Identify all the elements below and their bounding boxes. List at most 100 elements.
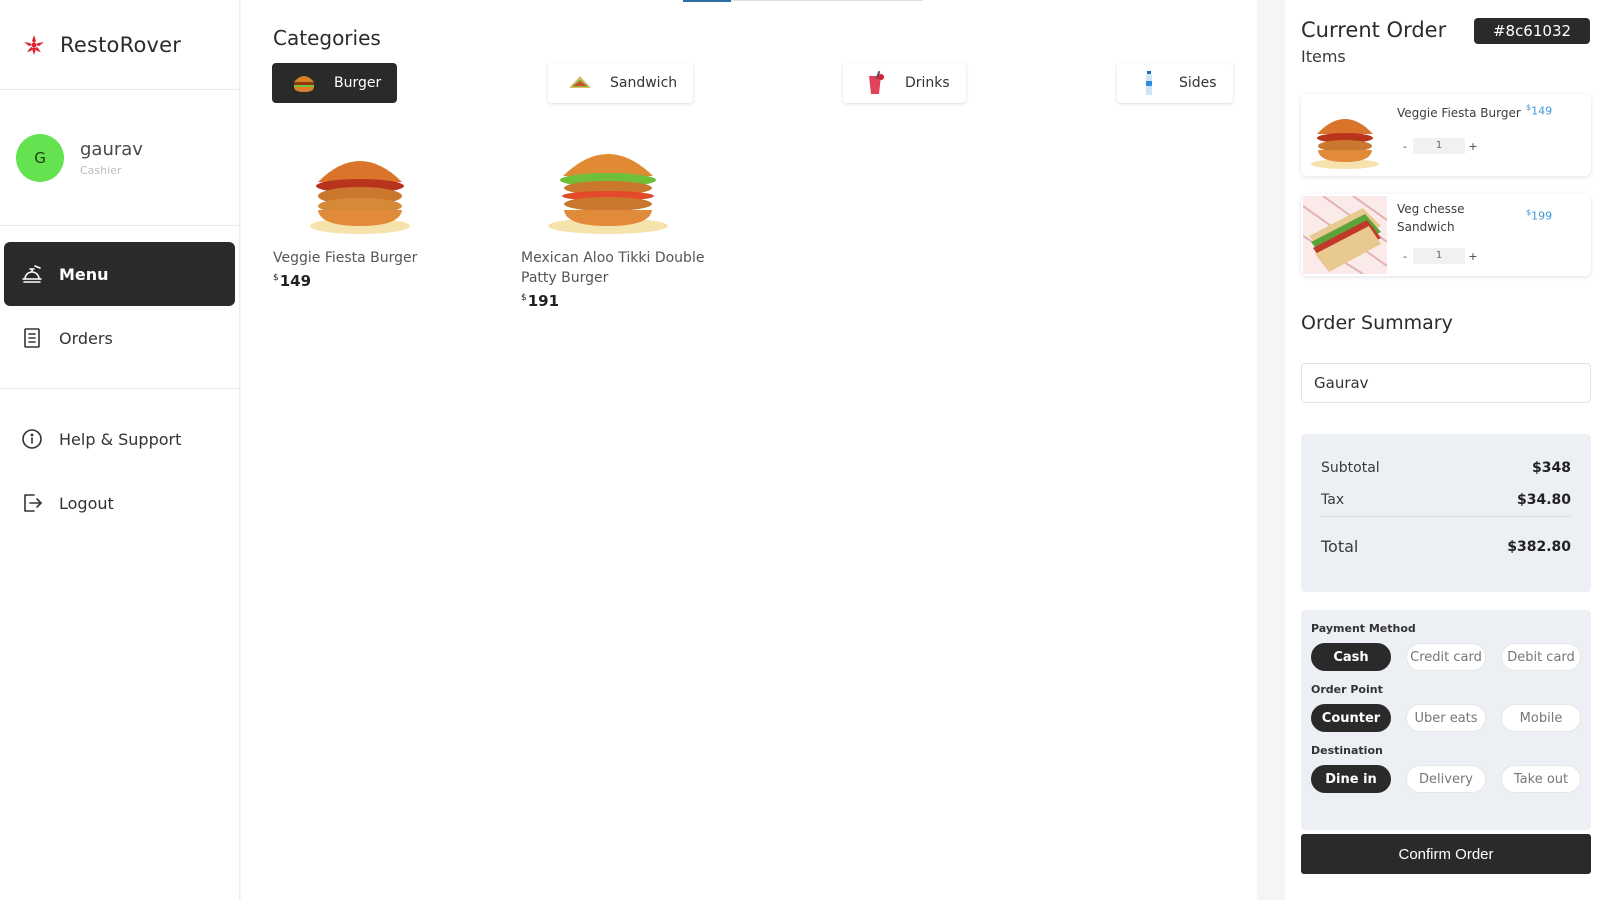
totals-divider: [1321, 516, 1571, 517]
quantity-stepper: - 1 +: [1397, 138, 1481, 154]
brand-name: RestoRover: [60, 32, 182, 57]
aloo-tikki-burger-image: [548, 154, 668, 234]
total-row: Total $382.80: [1321, 537, 1571, 556]
nav-item-help[interactable]: Help & Support: [4, 407, 235, 471]
menu-panel: Categories Burger Sandwich Drinks Sides: [241, 0, 1257, 900]
tax-label: Tax: [1321, 492, 1345, 508]
cart-item-name: Veggie Fiesta Burger: [1397, 106, 1521, 120]
cart-item: Veg chesse Sandwich $199 - 1 +: [1301, 194, 1591, 276]
destination-delivery[interactable]: Delivery: [1406, 765, 1486, 793]
order-options: Payment Method Cash Credit card Debit ca…: [1301, 610, 1591, 830]
cart-item-price: $199: [1526, 208, 1552, 223]
totals-box: Subtotal $348 Tax $34.80 Total $382.80: [1301, 434, 1591, 592]
cart-item-price: $149: [1526, 103, 1552, 118]
total-label: Total: [1321, 537, 1359, 556]
food-tray-icon: [22, 265, 42, 283]
subtotal-value: $348: [1532, 460, 1571, 476]
total-value: $382.80: [1507, 538, 1571, 555]
cart-item-image: [1303, 98, 1387, 172]
current-order-title: Current Order: [1301, 18, 1447, 42]
nav-label-help: Help & Support: [59, 429, 182, 449]
product-name: Mexican Aloo Tikki Double Patty Burger: [521, 250, 705, 286]
price-value: 199: [1531, 209, 1553, 223]
quantity-stepper: - 1 +: [1397, 248, 1481, 264]
decrease-quantity-button[interactable]: -: [1397, 138, 1413, 154]
category-drinks[interactable]: Drinks: [843, 63, 966, 103]
info-circle-icon: [22, 429, 42, 449]
cart-item-image: [1303, 196, 1387, 274]
price-value: 149: [1531, 104, 1553, 118]
sidebar: RestoRover G gaurav Cashier Menu Orders: [0, 0, 240, 900]
category-label: Sandwich: [610, 75, 678, 91]
order-point-counter[interactable]: Counter: [1311, 704, 1391, 732]
increase-quantity-button[interactable]: +: [1465, 138, 1481, 154]
destination-dine-in[interactable]: Dine in: [1311, 765, 1391, 793]
currency-symbol: $: [521, 293, 527, 303]
user-profile: G gaurav Cashier: [0, 90, 239, 226]
price-value: 191: [527, 292, 560, 310]
order-point-mobile[interactable]: Mobile: [1501, 704, 1581, 732]
product-name: Veggie Fiesta Burger: [273, 250, 418, 266]
product-price: $149: [273, 272, 473, 290]
quantity-value[interactable]: 1: [1413, 248, 1465, 264]
order-summary-title: Order Summary: [1301, 312, 1453, 334]
category-label: Drinks: [905, 75, 950, 91]
currency-symbol: $: [273, 273, 279, 283]
nav-label-menu: Menu: [59, 264, 109, 284]
category-burger[interactable]: Burger: [272, 63, 398, 103]
categories-title: Categories: [273, 26, 381, 50]
user-role: Cashier: [80, 163, 122, 177]
nav-item-orders[interactable]: Orders: [4, 306, 235, 370]
order-panel: Current Order Items Veggie Fiesta Burger…: [1285, 0, 1600, 900]
subtotal-label: Subtotal: [1321, 460, 1380, 476]
payment-method-options: Cash Credit card Debit card: [1311, 643, 1581, 671]
secondary-nav: Help & Support Logout: [0, 389, 239, 535]
customer-name-input[interactable]: [1301, 363, 1591, 403]
order-point-uber-eats[interactable]: Uber eats: [1406, 704, 1486, 732]
quantity-value[interactable]: 1: [1413, 138, 1465, 154]
destination-take-out[interactable]: Take out: [1501, 765, 1581, 793]
cart-item-name: Veg chesse Sandwich: [1397, 202, 1465, 234]
payment-option-credit-card[interactable]: Credit card: [1406, 643, 1486, 671]
category-label: Burger: [334, 75, 382, 91]
bottle-icon: [1146, 71, 1152, 95]
nav-label-logout: Logout: [59, 493, 114, 513]
tax-value: $34.80: [1516, 492, 1571, 508]
cart-item: Veggie Fiesta Burger $149 - 1 +: [1301, 94, 1591, 176]
price-value: 149: [279, 272, 312, 290]
tax-row: Tax $34.80: [1321, 492, 1571, 508]
top-divider-accent: [683, 0, 731, 2]
burger-icon: [294, 76, 314, 92]
category-sandwich[interactable]: Sandwich: [548, 63, 694, 103]
order-point-options: Counter Uber eats Mobile: [1311, 704, 1581, 732]
brand-logo-icon: [24, 34, 44, 55]
payment-option-cash[interactable]: Cash: [1311, 643, 1391, 671]
destination-label: Destination: [1311, 744, 1383, 757]
payment-option-debit-card[interactable]: Debit card: [1501, 643, 1581, 671]
order-id-badge: #8c61032: [1474, 18, 1590, 44]
category-label: Sides: [1179, 75, 1217, 91]
nav-item-menu[interactable]: Menu: [4, 242, 235, 306]
nav-item-logout[interactable]: Logout: [4, 471, 235, 535]
destination-options: Dine in Delivery Take out: [1311, 765, 1581, 793]
brand[interactable]: RestoRover: [0, 0, 239, 90]
product-card[interactable]: Mexican Aloo Tikki Double Patty Burger $…: [521, 130, 721, 310]
order-point-label: Order Point: [1311, 683, 1383, 696]
primary-nav: Menu Orders: [0, 226, 239, 389]
increase-quantity-button[interactable]: +: [1465, 248, 1481, 264]
user-name: gaurav: [80, 138, 143, 160]
restorover-app: RestoRover G gaurav Cashier Menu Orders: [0, 0, 1600, 900]
category-sides[interactable]: Sides: [1117, 63, 1233, 103]
drink-icon: [869, 70, 884, 94]
logout-icon: [24, 494, 42, 512]
document-list-icon: [24, 328, 40, 348]
veggie-burger-image: [310, 161, 410, 234]
decrease-quantity-button[interactable]: -: [1397, 248, 1413, 264]
confirm-order-button[interactable]: Confirm Order: [1301, 834, 1591, 874]
avatar: G: [16, 133, 64, 182]
sandwich-icon: [569, 76, 591, 88]
items-label: Items: [1301, 47, 1346, 66]
payment-method-label: Payment Method: [1311, 622, 1416, 635]
product-card[interactable]: Veggie Fiesta Burger $149: [273, 130, 473, 290]
subtotal-row: Subtotal $348: [1321, 460, 1571, 476]
